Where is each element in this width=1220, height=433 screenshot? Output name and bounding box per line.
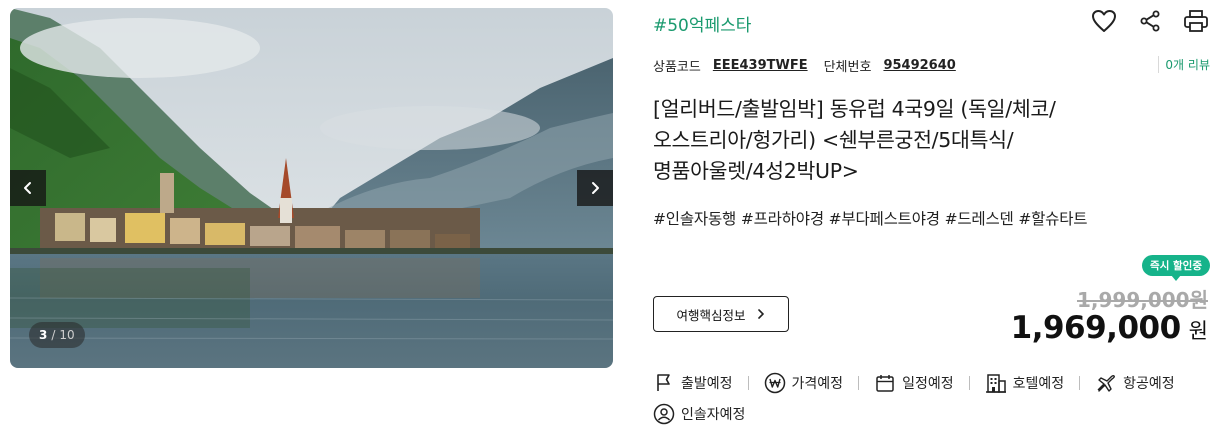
hallstatt-lake-photo [10, 8, 613, 368]
chevron-left-icon [24, 182, 31, 194]
calendar-icon [876, 375, 894, 392]
sale-price-unit: 원 [1188, 319, 1208, 343]
status-tour-leader: 인솔자예정 [653, 403, 745, 425]
chevron-right-icon [757, 309, 764, 319]
status-label: 호텔예정 [1012, 376, 1065, 392]
flag-icon [657, 374, 670, 391]
sale-price: 1,969,000 원 [1011, 310, 1208, 346]
festa-tag[interactable]: #50억페스타 [653, 11, 751, 36]
divider [747, 376, 749, 390]
gallery-counter-separator: / [51, 328, 56, 342]
hotel-icon [985, 374, 1006, 393]
instant-discount-badge: 즉시 할인중 [1142, 255, 1210, 281]
status-departure: 출발예정 [653, 372, 733, 394]
product-title-line: 명품아울렛/4성2박UP> [653, 159, 859, 183]
status-hotel: 호텔예정 [985, 372, 1065, 394]
schedule-status-row: 출발예정 가격예정 일정예정 호텔예정 항공예정 [653, 372, 1175, 394]
product-title-line: [얼리버드/출발임박] 동유럽 4국9일 (독일/체코/ [653, 97, 1056, 121]
status-label: 인솔자예정 [681, 407, 746, 423]
travel-key-info-label: 여행핵심정보 [676, 307, 746, 323]
share-button[interactable] [1134, 6, 1166, 36]
original-price: 1,999,000원 [1076, 288, 1208, 312]
chevron-right-icon [592, 182, 599, 194]
travel-key-info-button[interactable]: 여행핵심정보 [653, 296, 789, 332]
airplane-icon [1097, 374, 1116, 392]
share-icon [1140, 10, 1160, 32]
product-code-row: 상품코드 EEE439TWFE 단체번호 95492640 [653, 56, 972, 75]
product-code-label: 상품코드 [653, 60, 701, 75]
schedule-status-row-2: 인솔자예정 [653, 403, 745, 425]
action-icons [1088, 6, 1212, 36]
sale-price-value: 1,969,000 [1010, 310, 1182, 346]
divider [858, 376, 860, 390]
print-icon [1184, 10, 1208, 32]
print-button[interactable] [1180, 6, 1212, 36]
product-title-line: 오스트리아/헝가리) <쉔부른궁전/5대특식/ [653, 128, 1014, 152]
product-image-gallery: 3 / 10 [10, 8, 613, 368]
review-count-link[interactable]: 0개 리뷰 [1158, 56, 1210, 73]
gallery-total-count: 10 [59, 328, 75, 342]
gallery-prev-button[interactable] [10, 170, 46, 206]
product-title: [얼리버드/출발임박] 동유럽 4국9일 (독일/체코/ 오스트리아/헝가리) … [653, 94, 1123, 187]
gallery-next-button[interactable] [577, 170, 613, 206]
heart-icon [1092, 10, 1116, 32]
status-price: 가격예정 [764, 372, 844, 394]
status-itinerary: 일정예정 [874, 372, 954, 394]
divider [968, 376, 970, 390]
status-label: 항공예정 [1123, 376, 1175, 392]
status-label: 가격예정 [791, 376, 844, 392]
gallery-counter: 3 / 10 [29, 322, 85, 348]
product-hashtags: #인솔자동행 #프라하야경 #부다페스트야경 #드레스덴 #할슈타트 [653, 210, 1088, 228]
group-number-value[interactable]: 95492640 [883, 58, 955, 73]
user-icon [653, 403, 675, 425]
gallery-current-index: 3 [39, 328, 48, 342]
divider [1079, 376, 1081, 390]
status-label: 출발예정 [681, 376, 733, 392]
status-label: 일정예정 [902, 376, 954, 392]
won-icon [764, 372, 785, 394]
wishlist-button[interactable] [1088, 6, 1120, 36]
group-number-label: 단체번호 [823, 60, 872, 75]
status-flight: 항공예정 [1095, 372, 1175, 394]
product-code-value[interactable]: EEE439TWFE [713, 58, 808, 73]
